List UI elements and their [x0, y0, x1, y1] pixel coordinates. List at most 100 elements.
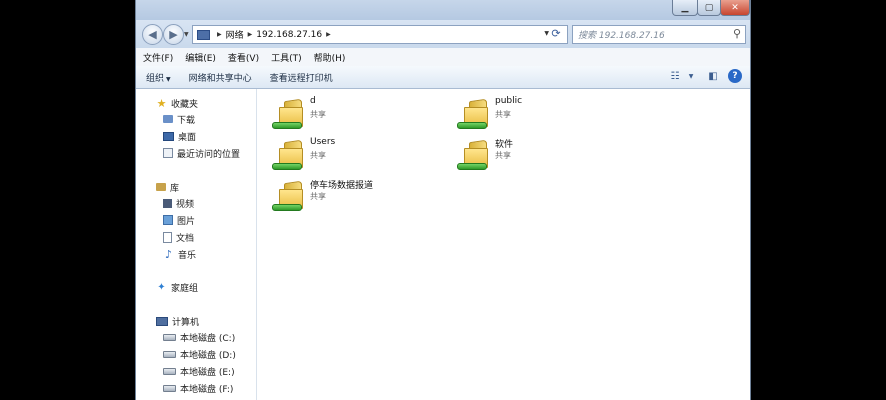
menu-edit[interactable]: 编辑(E)	[185, 51, 216, 64]
shared-folder-parking-report[interactable]: 停车场数据报道 共享	[272, 177, 452, 217]
nav-drive-c[interactable]: 本地磁盘 (C:)	[163, 329, 235, 345]
nav-documents[interactable]: 文档	[163, 229, 194, 245]
help-icon[interactable]: ?	[728, 69, 742, 83]
network-center-button[interactable]: 网络和共享中心	[189, 71, 252, 84]
explorer-window: ▁ ▢ ✕ ◀ ▶ ▼ ▶ 网络 ▶ 192.168.27.16 ▶ ▼ ⟳ 搜…	[135, 0, 751, 400]
nav-music[interactable]: ♪ 音乐	[163, 246, 196, 262]
nav-label: 计算机	[172, 317, 200, 328]
folder-name: public	[495, 96, 523, 106]
nav-label: 本地磁盘 (F:)	[180, 384, 234, 395]
nav-label: 桌面	[178, 132, 197, 143]
search-box[interactable]: 搜索 192.168.27.16 ⚲	[572, 25, 746, 44]
folder-name: 停车场数据报道	[310, 181, 374, 191]
nav-pictures[interactable]: 图片	[163, 212, 195, 228]
folder-type: 共享	[495, 151, 511, 160]
document-icon	[163, 231, 172, 243]
back-arrow-icon[interactable]: ◀	[142, 24, 163, 45]
menu-help[interactable]: 帮助(H)	[314, 51, 346, 64]
folder-name: d	[310, 96, 316, 106]
folder-type: 共享	[310, 110, 326, 119]
nav-label: 音乐	[178, 250, 197, 261]
nav-desktop[interactable]: 桌面	[163, 128, 196, 144]
breadcrumb-host[interactable]: 192.168.27.16	[256, 30, 322, 40]
navigation-pane: ★ 收藏夹 下载 桌面 最近访问的位置 库 视频 图片 文档 ♪ 音乐 ✦ 家庭组 计…	[136, 89, 257, 400]
folder-type: 共享	[310, 192, 326, 201]
nav-label: 本地磁盘 (D:)	[180, 350, 236, 361]
maximize-button[interactable]: ▢	[697, 0, 721, 16]
folder-type: 共享	[495, 110, 511, 119]
breadcrumb-separator-icon[interactable]: ▶	[248, 31, 253, 38]
search-icon[interactable]: ⚲	[733, 27, 741, 40]
nav-label: 家庭组	[171, 283, 199, 294]
shared-folder-icon	[457, 95, 491, 131]
recent-pages-dropdown-icon[interactable]: ▼	[184, 31, 189, 38]
nav-drive-f[interactable]: 本地磁盘 (F:)	[163, 380, 233, 396]
command-bar: 组织 ▼ 网络和共享中心 查看远程打印机 ☷ ▼ ◧ ?	[136, 66, 750, 89]
folder-type: 共享	[310, 151, 326, 160]
refresh-icon[interactable]: ⟳	[546, 25, 566, 42]
address-bar[interactable]: ▶ 网络 ▶ 192.168.27.16 ▶ ▼	[192, 25, 568, 44]
nav-label: 视频	[176, 199, 195, 210]
nav-videos[interactable]: 视频	[163, 195, 194, 211]
nav-downloads[interactable]: 下载	[163, 111, 195, 127]
recent-places-icon	[163, 148, 173, 158]
nav-label: 下载	[177, 115, 196, 126]
views-icon[interactable]: ☷	[668, 69, 682, 83]
folder-name: Users	[310, 137, 336, 147]
remote-printers-button[interactable]: 查看远程打印机	[270, 71, 333, 84]
breadcrumb-separator-icon[interactable]: ▶	[217, 31, 222, 38]
shared-folder-icon	[457, 136, 491, 172]
menu-bar: 文件(F) 编辑(E) 查看(V) 工具(T) 帮助(H)	[136, 48, 750, 67]
title-bar: ▁ ▢ ✕	[136, 0, 750, 20]
star-icon: ★	[156, 96, 167, 110]
shared-folder-software[interactable]: 软件 共享	[457, 136, 637, 176]
video-icon	[163, 198, 172, 208]
content-pane: d 共享 public 共享 Users 共享 软件 共享 停车场数据报道 共享	[257, 89, 750, 400]
forward-arrow-icon[interactable]: ▶	[163, 24, 184, 45]
desktop-icon	[163, 131, 174, 141]
nav-label: 文档	[176, 233, 195, 244]
menu-view[interactable]: 查看(V)	[228, 51, 259, 64]
computer-icon	[156, 316, 168, 326]
search-input[interactable]: 搜索 192.168.27.16	[578, 28, 665, 41]
nav-favorites[interactable]: ★ 收藏夹	[156, 95, 198, 111]
shared-folder-public[interactable]: public 共享	[457, 95, 637, 135]
folder-name: 软件	[495, 140, 514, 150]
nav-drive-d[interactable]: 本地磁盘 (D:)	[163, 346, 236, 362]
nav-label: 图片	[177, 216, 196, 227]
nav-libraries[interactable]: 库	[156, 179, 179, 195]
shared-folder-icon	[272, 136, 306, 172]
shared-folder-icon	[272, 177, 306, 213]
menu-tools[interactable]: 工具(T)	[271, 51, 302, 64]
music-icon: ♪	[164, 247, 173, 261]
chevron-down-icon: ▼	[166, 75, 171, 83]
breadcrumb-network[interactable]: 网络	[226, 28, 244, 41]
views-dropdown-icon[interactable]: ▼	[684, 69, 698, 83]
organize-label: 组织	[146, 73, 165, 84]
network-icon	[197, 29, 210, 40]
nav-drive-e[interactable]: 本地磁盘 (E:)	[163, 363, 235, 379]
drive-icon	[163, 350, 176, 358]
nav-label: 本地磁盘 (C:)	[180, 333, 236, 344]
shared-folder-users[interactable]: Users 共享	[272, 136, 452, 176]
nav-recent-places[interactable]: 最近访问的位置	[163, 145, 240, 161]
nav-label: 库	[170, 183, 180, 194]
picture-icon	[163, 215, 173, 225]
downloads-icon	[163, 115, 173, 123]
nav-label: 最近访问的位置	[177, 149, 241, 160]
shared-folder-icon	[272, 95, 306, 131]
breadcrumb-separator-icon[interactable]: ▶	[326, 31, 331, 38]
homegroup-icon: ✦	[157, 281, 166, 293]
close-button[interactable]: ✕	[720, 0, 750, 16]
minimize-button[interactable]: ▁	[672, 0, 698, 16]
drive-icon	[163, 367, 176, 375]
organize-button[interactable]: 组织 ▼	[146, 71, 171, 84]
nav-computer[interactable]: 计算机	[156, 313, 199, 329]
shared-folder-d[interactable]: d 共享	[272, 95, 452, 135]
nav-homegroup[interactable]: ✦ 家庭组	[156, 279, 198, 295]
nav-label: 收藏夹	[171, 99, 199, 110]
library-icon	[156, 183, 166, 191]
menu-file[interactable]: 文件(F)	[143, 51, 173, 64]
preview-pane-icon[interactable]: ◧	[706, 69, 720, 83]
drive-icon	[163, 333, 176, 341]
